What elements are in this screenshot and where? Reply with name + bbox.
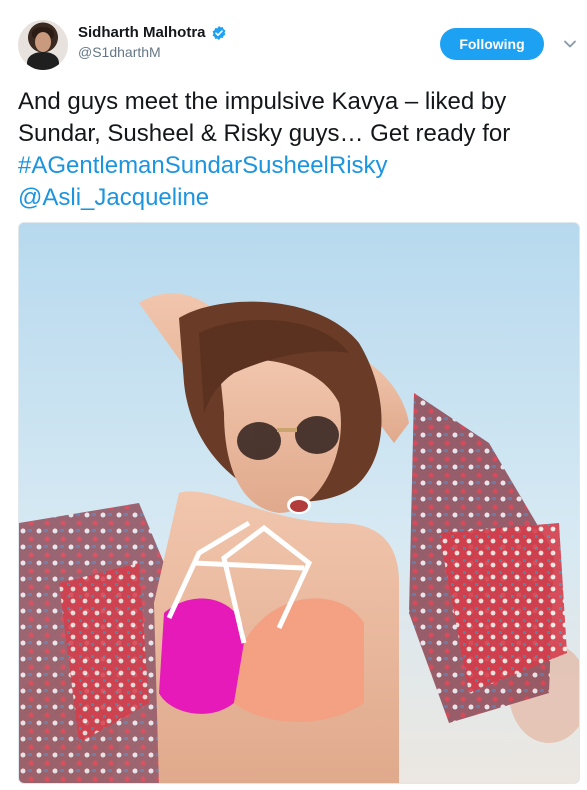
- mention-link[interactable]: @Asli_Jacqueline: [18, 184, 209, 211]
- chevron-down-icon[interactable]: [563, 37, 577, 51]
- photo-image: [19, 223, 579, 783]
- user-handle[interactable]: @S1dharthM: [78, 44, 227, 60]
- avatar[interactable]: [18, 20, 68, 70]
- tweet-text: And guys meet the impulsive Kavya – like…: [18, 86, 574, 214]
- display-name[interactable]: Sidharth Malhotra: [78, 24, 206, 41]
- tweet-photo[interactable]: [18, 222, 580, 784]
- verified-badge-icon: [212, 25, 225, 40]
- user-names: Sidharth Malhotra @S1dharthM: [78, 24, 227, 60]
- tweet-body-text: And guys meet the impulsive Kavya – like…: [18, 88, 511, 147]
- following-button[interactable]: Following: [440, 28, 544, 60]
- tweet-header: Sidharth Malhotra @S1dharthM Following: [18, 20, 576, 72]
- hashtag-link[interactable]: #AGentlemanSundarSusheelRisky: [18, 152, 388, 179]
